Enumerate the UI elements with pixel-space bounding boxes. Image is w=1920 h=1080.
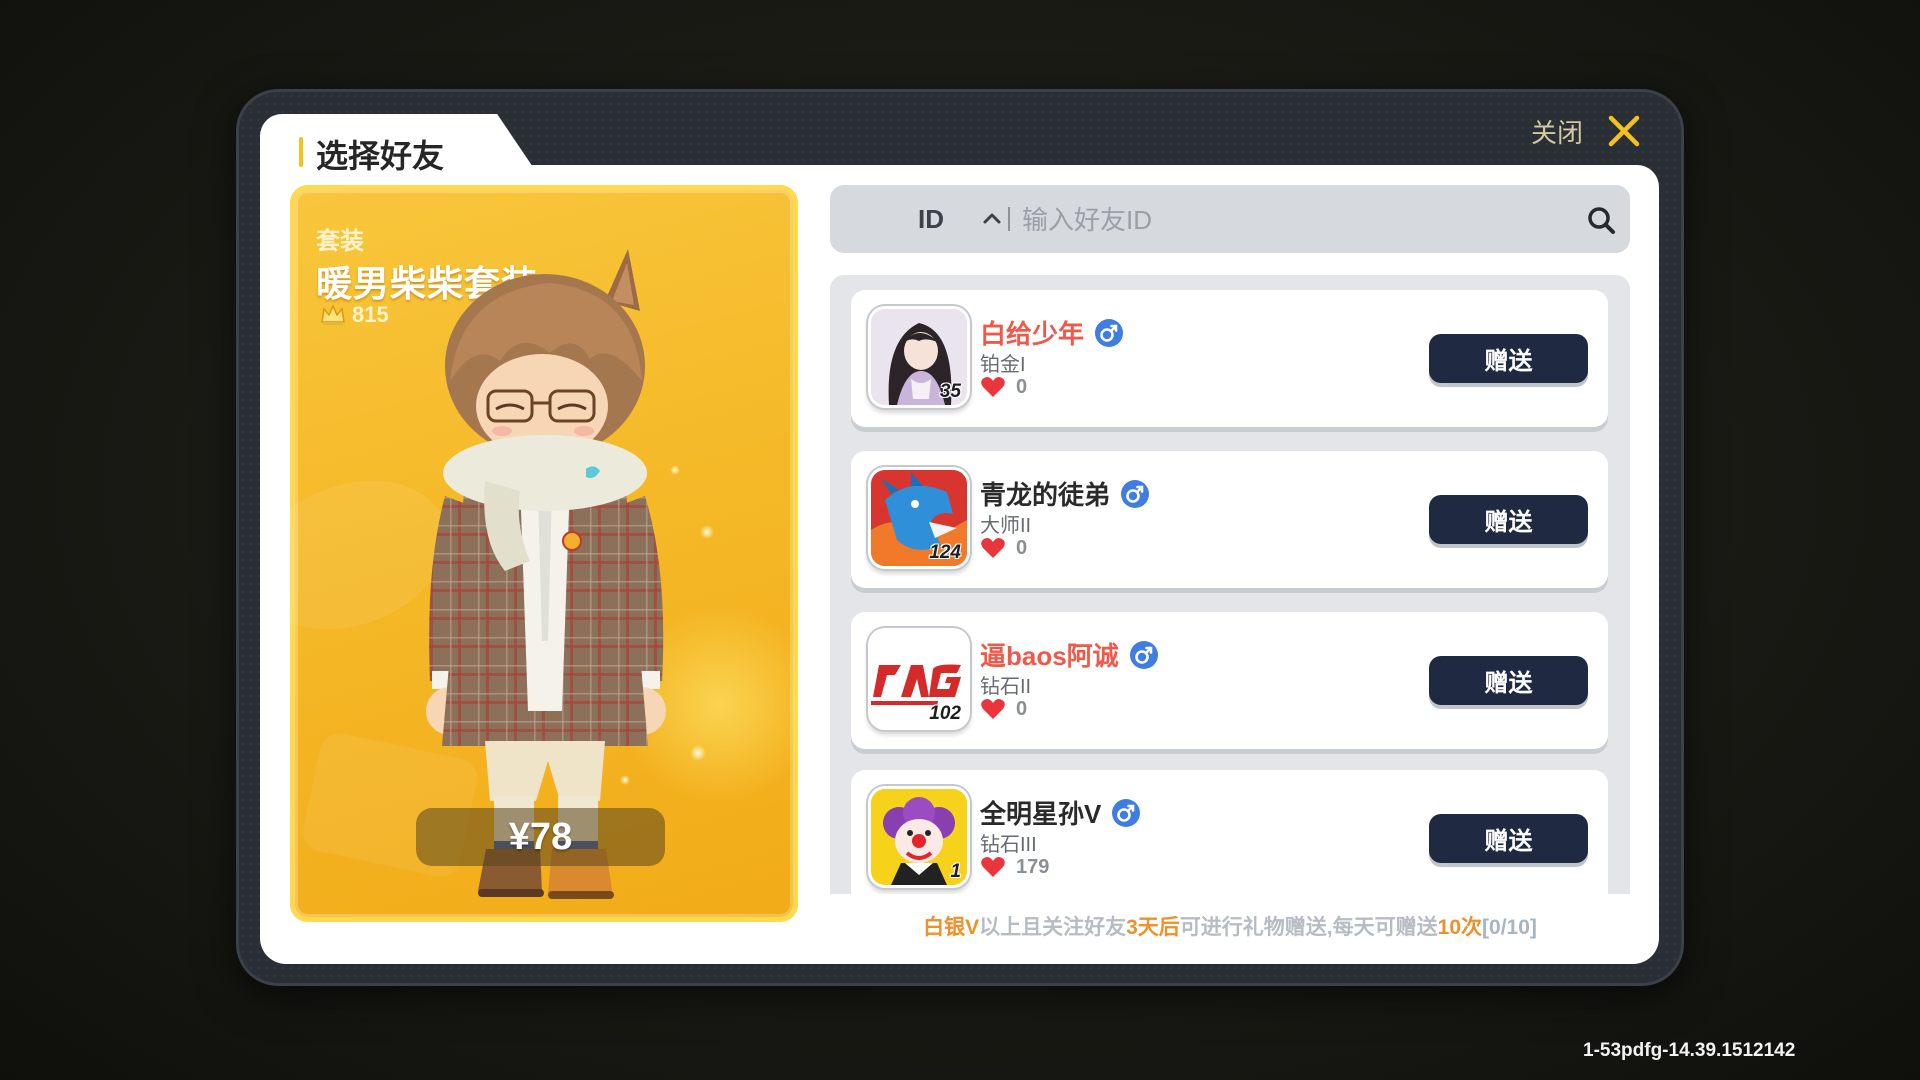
heart-icon bbox=[981, 699, 1005, 719]
tab-accent-bar bbox=[299, 137, 303, 167]
friend-likes: 179 bbox=[1016, 855, 1050, 878]
male-icon bbox=[1112, 798, 1141, 827]
gift-rules-note: 白银V以上且关注好友3天后可进行礼物赠送,每天可赠送10次[0/10] bbox=[830, 911, 1630, 941]
gift-button[interactable]: 赠送 bbox=[1429, 334, 1588, 383]
close-button[interactable]: 关闭 bbox=[1531, 113, 1583, 150]
popularity-value: 815 bbox=[352, 302, 389, 327]
friend-avatar[interactable]: 1 bbox=[871, 789, 967, 885]
chevron-up-icon[interactable] bbox=[980, 207, 1004, 231]
friend-avatar[interactable]: 124 bbox=[871, 470, 967, 566]
sparkle bbox=[700, 525, 714, 539]
friend-likes: 0 bbox=[1016, 375, 1028, 398]
close-x-icon[interactable] bbox=[1604, 111, 1644, 151]
friend-level: 124 bbox=[929, 542, 961, 563]
friend-likes: 0 bbox=[1016, 536, 1028, 559]
friend-likes: 0 bbox=[1016, 697, 1028, 720]
friend-list[interactable]: 35 白给少年 铂金I 0 赠送 124 青龙的徒弟 大师II 0 赠送 102… bbox=[830, 275, 1630, 894]
heart-icon bbox=[981, 538, 1005, 558]
friend-row: 1 全明星孙V 钻石III 179 赠送 bbox=[851, 770, 1608, 894]
friend-rank: 钻石II bbox=[980, 676, 1032, 698]
friend-id-input[interactable] bbox=[1020, 199, 1564, 241]
male-icon bbox=[1095, 318, 1124, 347]
male-icon bbox=[1129, 640, 1158, 669]
male-icon bbox=[1121, 479, 1150, 508]
build-version: 1-53pdfg-14.39.1512142 bbox=[1583, 1040, 1796, 1061]
friend-level: 1 bbox=[950, 861, 961, 882]
gift-button[interactable]: 赠送 bbox=[1429, 814, 1588, 863]
note-text: 以上且关注好友 bbox=[979, 916, 1127, 939]
item-popularity: 815 bbox=[320, 301, 389, 329]
friend-search-bar: ID bbox=[830, 185, 1630, 253]
item-price: ¥78 bbox=[416, 808, 665, 866]
friend-name[interactable]: 逼baos阿诚 bbox=[980, 636, 1119, 673]
friend-level: 35 bbox=[939, 381, 961, 402]
dialog-title: 选择好友 bbox=[316, 138, 445, 174]
search-divider bbox=[1008, 207, 1010, 231]
friend-row: 124 青龙的徒弟 大师II 0 赠送 bbox=[851, 451, 1608, 588]
note-days: 3天后 bbox=[1126, 916, 1180, 939]
item-category: 套装 bbox=[316, 228, 364, 255]
friend-avatar[interactable]: 102 bbox=[871, 631, 967, 727]
heart-icon bbox=[981, 377, 1005, 397]
search-icon[interactable] bbox=[1586, 205, 1616, 235]
friend-rank: 铂金I bbox=[980, 354, 1026, 376]
note-tier: 白银V bbox=[923, 916, 980, 939]
friend-level: 102 bbox=[929, 703, 961, 724]
note-text: 可进行礼物赠送,每天可赠送 bbox=[1179, 916, 1438, 939]
friend-name[interactable]: 全明星孙V bbox=[980, 794, 1101, 831]
friend-row: 102 逼baos阿诚 钻石II 0 赠送 bbox=[851, 612, 1608, 749]
friend-avatar[interactable]: 35 bbox=[871, 309, 967, 405]
heart-icon bbox=[981, 857, 1005, 877]
note-counter: [0/10] bbox=[1482, 916, 1537, 939]
friend-name[interactable]: 青龙的徒弟 bbox=[980, 475, 1110, 512]
friend-name[interactable]: 白给少年 bbox=[980, 314, 1084, 351]
friend-rank: 钻石III bbox=[980, 834, 1037, 856]
friend-row: 35 白给少年 铂金I 0 赠送 bbox=[851, 290, 1608, 427]
search-filter-label[interactable]: ID bbox=[918, 204, 944, 235]
crown-icon bbox=[321, 304, 345, 325]
friend-rank: 大师II bbox=[980, 515, 1032, 537]
gift-button[interactable]: 赠送 bbox=[1429, 656, 1588, 705]
item-card: 套装 暖男柴柴套装 815 ¥78 bbox=[290, 185, 798, 922]
note-limit: 10次 bbox=[1437, 916, 1483, 939]
gift-button[interactable]: 赠送 bbox=[1429, 495, 1588, 544]
